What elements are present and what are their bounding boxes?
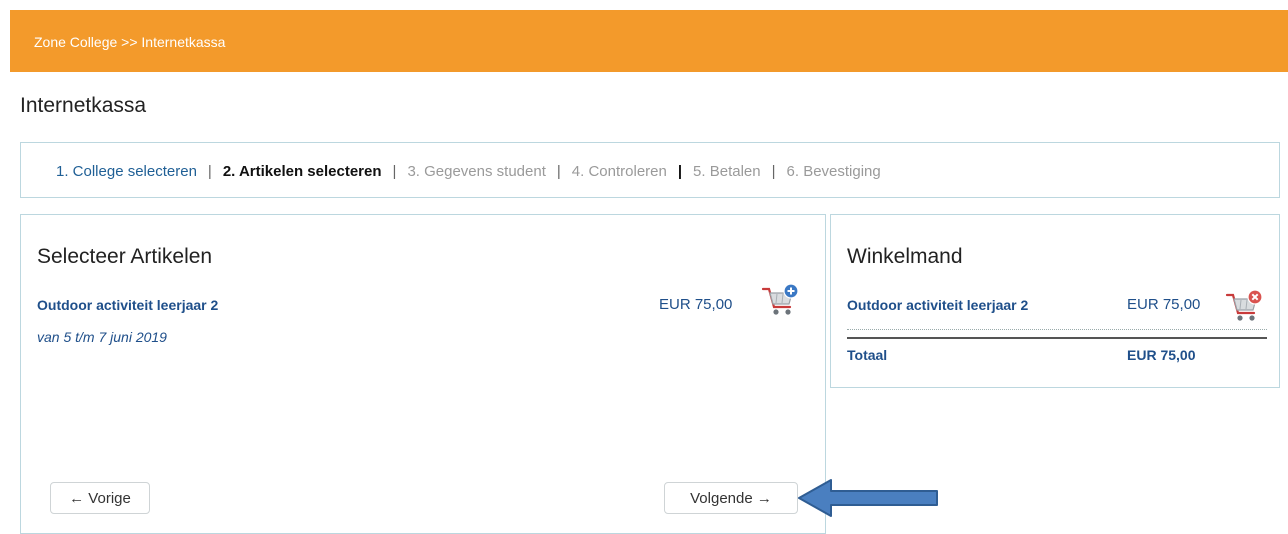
step-separator: | <box>677 163 683 180</box>
cart-add-icon[interactable] <box>761 283 799 319</box>
cart-item-title: Outdoor activiteit leerjaar 2 <box>847 297 1029 313</box>
step-separator: | <box>556 163 561 180</box>
cart-heading: Winkelmand <box>847 245 963 268</box>
checkout-steps: 1. College selecteren | 2. Artikelen selec… <box>20 142 1280 198</box>
cart-total-label: Totaal <box>847 347 888 363</box>
next-button[interactable]: Volgende → <box>664 482 798 514</box>
step-artikelen-selecteren: 2. Artikelen selecteren <box>222 163 382 180</box>
annotation-arrow-icon <box>798 479 938 517</box>
step-separator: | <box>771 163 776 180</box>
step-separator: | <box>207 163 212 180</box>
header-bar: Zone College >> Internetkassa <box>10 10 1288 72</box>
step-bevestiging: 6. Bevestiging <box>786 163 881 180</box>
cart-total-divider <box>847 337 1267 339</box>
step-controleren: 4. Controleren <box>571 163 667 180</box>
step-college-selecteren[interactable]: 1. College selecteren <box>56 163 197 180</box>
step-separator: | <box>392 163 397 180</box>
cart-divider <box>847 329 1267 330</box>
articles-heading: Selecteer Artikelen <box>37 245 213 268</box>
article-title: Outdoor activiteit leerjaar 2 <box>37 297 219 313</box>
breadcrumb[interactable]: Zone College >> Internetkassa <box>34 34 225 50</box>
articles-panel: Selecteer Artikelen Outdoor activiteit l… <box>20 214 826 534</box>
step-gegevens-student: 3. Gegevens student <box>407 163 546 180</box>
cart-panel: Winkelmand Outdoor activiteit leerjaar 2… <box>830 214 1280 388</box>
page-title: Internetkassa <box>20 94 147 117</box>
article-price: EUR 75,00 <box>659 296 733 313</box>
cart-total-value: EUR 75,00 <box>1127 347 1196 363</box>
previous-button[interactable]: ← Vorige <box>50 482 150 514</box>
article-date: van 5 t/m 7 juni 2019 <box>37 329 167 345</box>
cart-item-price: EUR 75,00 <box>1127 296 1201 313</box>
cart-remove-icon[interactable] <box>1225 289 1263 325</box>
step-betalen: 5. Betalen <box>693 163 761 180</box>
